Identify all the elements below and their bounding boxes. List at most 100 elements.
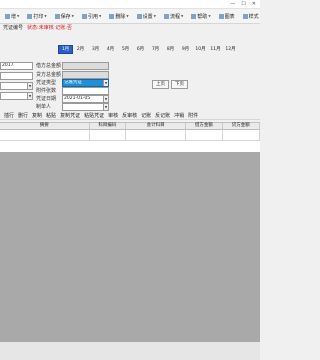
left-select-4[interactable]: ▼ — [0, 91, 33, 100]
chevron-down-icon: ▼ — [27, 82, 32, 89]
flow-icon — [163, 13, 169, 19]
preparer-label: 制单人 — [36, 104, 52, 110]
month-tab-5[interactable]: 5月 — [118, 45, 133, 54]
attachment-count-label: 附件张数 — [36, 88, 57, 94]
month-tab-4[interactable]: 4月 — [103, 45, 118, 54]
credit-total-input[interactable] — [62, 70, 109, 79]
next-page-button[interactable]: 下页 — [171, 80, 188, 89]
settings-icon — [136, 13, 142, 19]
month-tab-12[interactable]: 12月 — [223, 45, 238, 54]
voucher-type-value: 记账凭证 — [64, 79, 82, 85]
toolbar-chart-button[interactable]: 图表 — [216, 11, 238, 22]
month-tab-6[interactable]: 6月 — [133, 45, 148, 54]
toolbar-button-label: 删除 — [115, 13, 126, 20]
insert-row-button[interactable]: 插行 — [4, 112, 14, 119]
cell-credit[interactable] — [223, 130, 260, 140]
toolbar-quote-button[interactable]: 引用 ▼ — [79, 11, 104, 22]
left-select-3[interactable]: ▼ — [0, 81, 33, 90]
toolbar: 增 ▼ 打印 ▼ 保存 ▼ 引用 ▼ 删除 ▼ 设置 ▼ 流程 ▼ 帮助 ▼ 图表 样式 — [0, 9, 260, 24]
minimize-button[interactable]: — — [230, 1, 235, 7]
chart-icon — [218, 13, 224, 19]
chevron-down-icon: ▼ — [99, 14, 102, 18]
copy-voucher-button[interactable]: 复制凭证 — [60, 112, 80, 119]
voucher-date-field: 凭证日期 2021-01-05 ▼ — [36, 94, 109, 103]
left-input-2[interactable] — [0, 71, 33, 80]
chevron-down-icon: ▼ — [208, 14, 211, 18]
cell-account[interactable] — [126, 130, 187, 140]
toolbar-style-button[interactable]: 样式 — [240, 11, 262, 22]
toolbar-help-button[interactable]: 帮助 ▼ — [188, 11, 213, 22]
debit-total-field: 借方总金额 — [36, 61, 109, 70]
unpost-button[interactable]: 反记账 — [155, 112, 170, 119]
row-actions-bar: 插行 删行 复制 粘贴 复制凭证 粘贴凭证 审核 反审核 记账 反记账 冲销 附… — [0, 111, 260, 120]
toolbar-save-button[interactable]: 保存 ▼ — [52, 11, 77, 22]
paste-button[interactable]: 粘贴 — [46, 112, 56, 119]
toolbar-button-label: 打印 — [33, 13, 44, 20]
year-field: 2017 — [0, 61, 33, 70]
month-tabs: 1月 2月 3月 4月 5月 6月 7月 8月 9月 10月 11月 12月 — [58, 45, 238, 54]
print-icon — [27, 13, 33, 19]
save-icon — [54, 13, 60, 19]
month-tab-7[interactable]: 7月 — [148, 45, 163, 54]
column-header-summary[interactable]: 摘要 — [0, 123, 90, 129]
close-button[interactable]: ✕ — [252, 1, 256, 7]
copy-button[interactable]: 复制 — [32, 112, 42, 119]
toolbar-delete-button[interactable]: 删除 ▼ — [106, 11, 131, 22]
chevron-down-icon: ▼ — [17, 14, 20, 18]
column-header-account-code[interactable]: 科目编码 — [90, 123, 127, 129]
window-controls: — ☐ ✕ — [230, 1, 256, 7]
voucher-type-select[interactable]: 记账凭证 ▼ — [62, 78, 109, 87]
unreview-button[interactable]: 反审核 — [122, 112, 137, 119]
help-icon — [191, 13, 197, 19]
chevron-down-icon: ▼ — [153, 14, 156, 18]
month-tab-2[interactable]: 2月 — [73, 45, 88, 54]
maximize-button[interactable]: ☐ — [241, 1, 245, 7]
chevron-down-icon: ▼ — [103, 79, 108, 86]
left-field-2 — [0, 71, 33, 80]
toolbar-add-button[interactable]: 增 ▼ — [2, 11, 22, 22]
toolbar-button-label: 图表 — [224, 13, 235, 20]
toolbar-button-label: 增 — [11, 13, 17, 20]
toolbar-button-label: 保存 — [60, 13, 71, 20]
cell-account-code[interactable] — [90, 130, 127, 140]
cell-debit[interactable] — [186, 130, 223, 140]
voucher-date-select[interactable]: 2021-01-05 ▼ — [62, 94, 109, 103]
month-tab-3[interactable]: 3月 — [88, 45, 103, 54]
reverse-button[interactable]: 冲销 — [174, 112, 184, 119]
month-tab-1[interactable]: 1月 — [58, 45, 73, 54]
month-tab-9[interactable]: 9月 — [178, 45, 193, 54]
voucher-type-label: 凭证类型 — [36, 80, 57, 86]
voucher-date-value: 2021-01-05 — [64, 95, 91, 101]
column-header-credit[interactable]: 贷方金额 — [223, 123, 260, 129]
table-row[interactable] — [0, 130, 260, 141]
column-header-debit[interactable]: 借方金额 — [186, 123, 223, 129]
paste-voucher-button[interactable]: 粘贴凭证 — [84, 112, 104, 119]
month-tab-11[interactable]: 11月 — [208, 45, 223, 54]
chevron-down-icon: ▼ — [126, 14, 129, 18]
bottom-panel — [0, 342, 260, 360]
review-button[interactable]: 审核 — [108, 112, 118, 119]
chevron-down-icon: ▼ — [180, 14, 184, 18]
delete-row-button[interactable]: 删行 — [18, 112, 28, 119]
month-tab-8[interactable]: 8月 — [163, 45, 178, 54]
credit-total-field: 贷方总金额 — [36, 70, 109, 79]
year-input[interactable]: 2017 — [0, 61, 33, 70]
preparer-select[interactable]: ▼ — [62, 102, 109, 111]
post-button[interactable]: 记账 — [141, 112, 151, 119]
toolbar-print-button[interactable]: 打印 ▼ — [24, 11, 49, 22]
cell-summary[interactable] — [0, 130, 90, 140]
voucher-type-field: 凭证类型 记账凭证 ▼ — [36, 78, 109, 87]
voucher-date-label: 凭证日期 — [36, 96, 57, 102]
month-tab-10[interactable]: 10月 — [193, 45, 208, 54]
attachment-count-input[interactable] — [62, 86, 109, 95]
attachment-button[interactable]: 附件 — [188, 112, 198, 119]
toolbar-button-label: 帮助 — [197, 13, 208, 20]
toolbar-flow-button[interactable]: 流程 ▼ — [161, 11, 186, 22]
delete-icon — [109, 13, 115, 19]
prev-page-button[interactable]: 上页 — [152, 80, 169, 89]
debit-total-input[interactable] — [62, 61, 109, 70]
chevron-down-icon: ▼ — [71, 14, 74, 18]
window-titlebar: — ☐ ✕ — [0, 0, 260, 9]
toolbar-settings-button[interactable]: 设置 ▼ — [134, 11, 159, 22]
column-header-account[interactable]: 会计科目 — [126, 123, 187, 129]
